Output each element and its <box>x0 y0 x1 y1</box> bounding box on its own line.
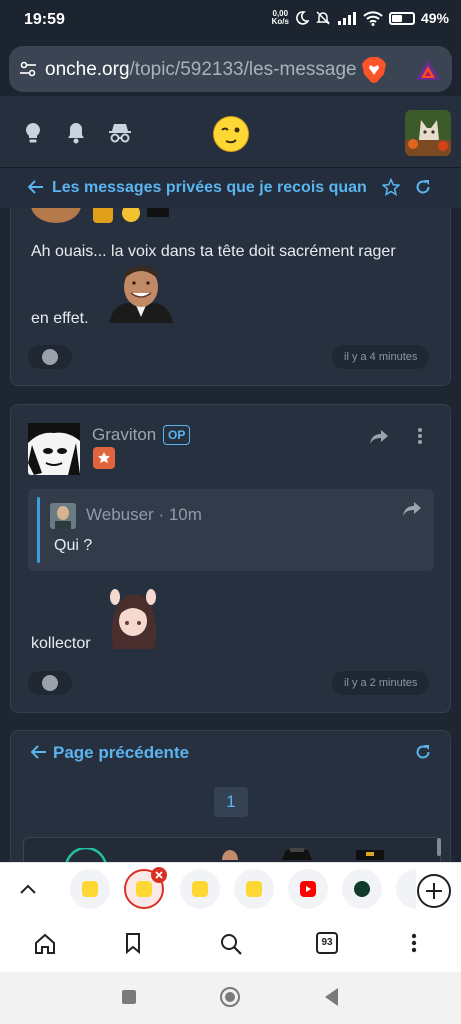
tab-thumbnail[interactable] <box>342 869 382 909</box>
onche-favicon-icon <box>82 881 98 897</box>
brave-shields-icon[interactable] <box>361 56 387 84</box>
close-tab-icon[interactable] <box>151 867 167 883</box>
topic-title[interactable]: Les messages privées que je recois quan <box>52 179 372 197</box>
onche-favicon-icon <box>136 881 152 897</box>
search-icon[interactable] <box>219 932 243 956</box>
favorite-star-icon[interactable] <box>382 178 400 196</box>
moon-icon <box>296 11 309 25</box>
browser-bottom-bar: 93 <box>0 916 461 972</box>
sticker-image <box>103 263 179 323</box>
chevron-up-icon[interactable] <box>19 883 37 895</box>
onche-favicon-icon <box>192 881 208 897</box>
quote-share-icon[interactable] <box>402 501 422 517</box>
sticker-image <box>110 589 156 649</box>
topic-title-bar: Les messages privées que je recois quan <box>0 168 461 208</box>
green-site-favicon-icon <box>354 881 370 897</box>
refresh-icon[interactable] <box>415 179 431 195</box>
topic-content: Ah ouais... la voix dans ta tête doit sa… <box>0 208 461 862</box>
recent-apps-icon[interactable] <box>121 989 137 1005</box>
back-button-icon[interactable] <box>323 987 339 1007</box>
pagination-refresh-icon[interactable] <box>415 744 431 760</box>
tab-strip <box>0 862 461 916</box>
bookmark-icon[interactable] <box>125 932 141 954</box>
status-time: 19:59 <box>24 11 65 28</box>
signal-icon <box>337 12 356 25</box>
user-badges <box>93 208 169 223</box>
incognito-icon[interactable] <box>108 122 132 144</box>
site-settings-icon[interactable] <box>19 60 37 78</box>
status-bar: 19:59 0,00 Ko/s 49% <box>0 0 461 42</box>
reaction-button[interactable] <box>28 671 72 695</box>
mute-bell-icon <box>316 11 330 25</box>
op-badge: OP <box>163 425 191 445</box>
notifications-bell-icon[interactable] <box>66 122 86 144</box>
post-username[interactable]: Graviton <box>92 425 156 445</box>
reaction-face-icon <box>42 675 58 691</box>
prev-page-link[interactable]: Page précédente <box>53 743 189 763</box>
poster-avatar[interactable] <box>28 423 80 475</box>
wifi-icon <box>363 10 383 26</box>
quote-avatar <box>50 503 76 529</box>
status-icons: 0,00 Ko/s 49% <box>271 9 449 27</box>
rank-badge <box>93 447 115 469</box>
play-icon <box>306 886 311 892</box>
tab-thumbnail[interactable] <box>288 869 328 909</box>
brave-rewards-icon[interactable] <box>415 59 441 81</box>
prev-arrow-icon[interactable] <box>31 745 47 759</box>
back-arrow-icon[interactable] <box>28 180 44 194</box>
battery-percent: 49% <box>420 10 449 26</box>
home-icon[interactable] <box>34 933 56 955</box>
post-text-line: Ah ouais... la voix dans ta tête doit sa… <box>31 243 396 260</box>
reaction-face-icon <box>42 349 58 365</box>
page-number-button[interactable]: 1 <box>214 787 248 817</box>
address-bar[interactable]: onche.org/topic/592133/les-message <box>9 46 452 92</box>
share-arrow-icon[interactable] <box>369 429 389 445</box>
user-avatar-image <box>405 110 451 156</box>
tab-thumbnail[interactable] <box>70 869 110 909</box>
star-badge-icon <box>98 452 110 464</box>
quoted-message: Webuser · 10m Qui ? <box>28 489 434 571</box>
quote-author: Webuser · 10m <box>86 505 202 524</box>
onche-mascot-logo[interactable] <box>212 115 250 153</box>
tab-thumbnail[interactable] <box>180 869 220 909</box>
post-text: kollector <box>31 635 91 652</box>
poster-avatar[interactable] <box>31 208 81 225</box>
tab-thumbnail-partial[interactable] <box>396 869 416 909</box>
post-card: Ah ouais... la voix dans ta tête doit sa… <box>10 208 451 386</box>
system-nav-bar <box>0 972 461 1024</box>
quote-text: Qui ? <box>54 537 93 554</box>
related-topic-avatar <box>356 850 384 860</box>
lightbulb-icon[interactable] <box>24 122 42 144</box>
related-topic-avatar <box>222 850 238 860</box>
quote-avatar-image <box>50 503 76 529</box>
home-button-icon[interactable] <box>219 986 241 1008</box>
related-topic-avatar <box>65 848 107 862</box>
network-speed: 0,00 Ko/s <box>271 9 289 26</box>
battery-icon <box>388 11 415 25</box>
menu-dots-icon[interactable] <box>411 933 417 953</box>
url-text[interactable]: onche.org/topic/592133/les-message <box>45 59 359 81</box>
browser-toolbar: onche.org/topic/592133/les-message <box>0 42 461 96</box>
pagination-card: Page précédente 1 <box>10 730 451 862</box>
quote-accent-bar <box>37 497 40 563</box>
onche-favicon-icon <box>246 881 262 897</box>
post-timestamp: il y a 2 minutes <box>332 671 430 695</box>
list-scrollbar[interactable] <box>437 838 441 856</box>
youtube-favicon-icon <box>300 881 316 897</box>
tab-count-button[interactable]: 93 <box>316 932 338 954</box>
tab-thumbnail[interactable] <box>234 869 274 909</box>
related-topics-list <box>23 837 441 862</box>
new-tab-plus-icon[interactable] <box>416 873 452 909</box>
more-options-icon[interactable] <box>417 427 423 445</box>
reaction-button[interactable] <box>28 345 72 369</box>
user-avatar[interactable] <box>405 110 451 156</box>
post-card: Graviton OP Webuser · 10m Qui ? kollecto… <box>10 404 451 713</box>
related-topic-avatar <box>282 848 312 860</box>
post-timestamp: il y a 4 minutes <box>332 345 430 369</box>
post-text-line: en effet. <box>31 310 89 327</box>
